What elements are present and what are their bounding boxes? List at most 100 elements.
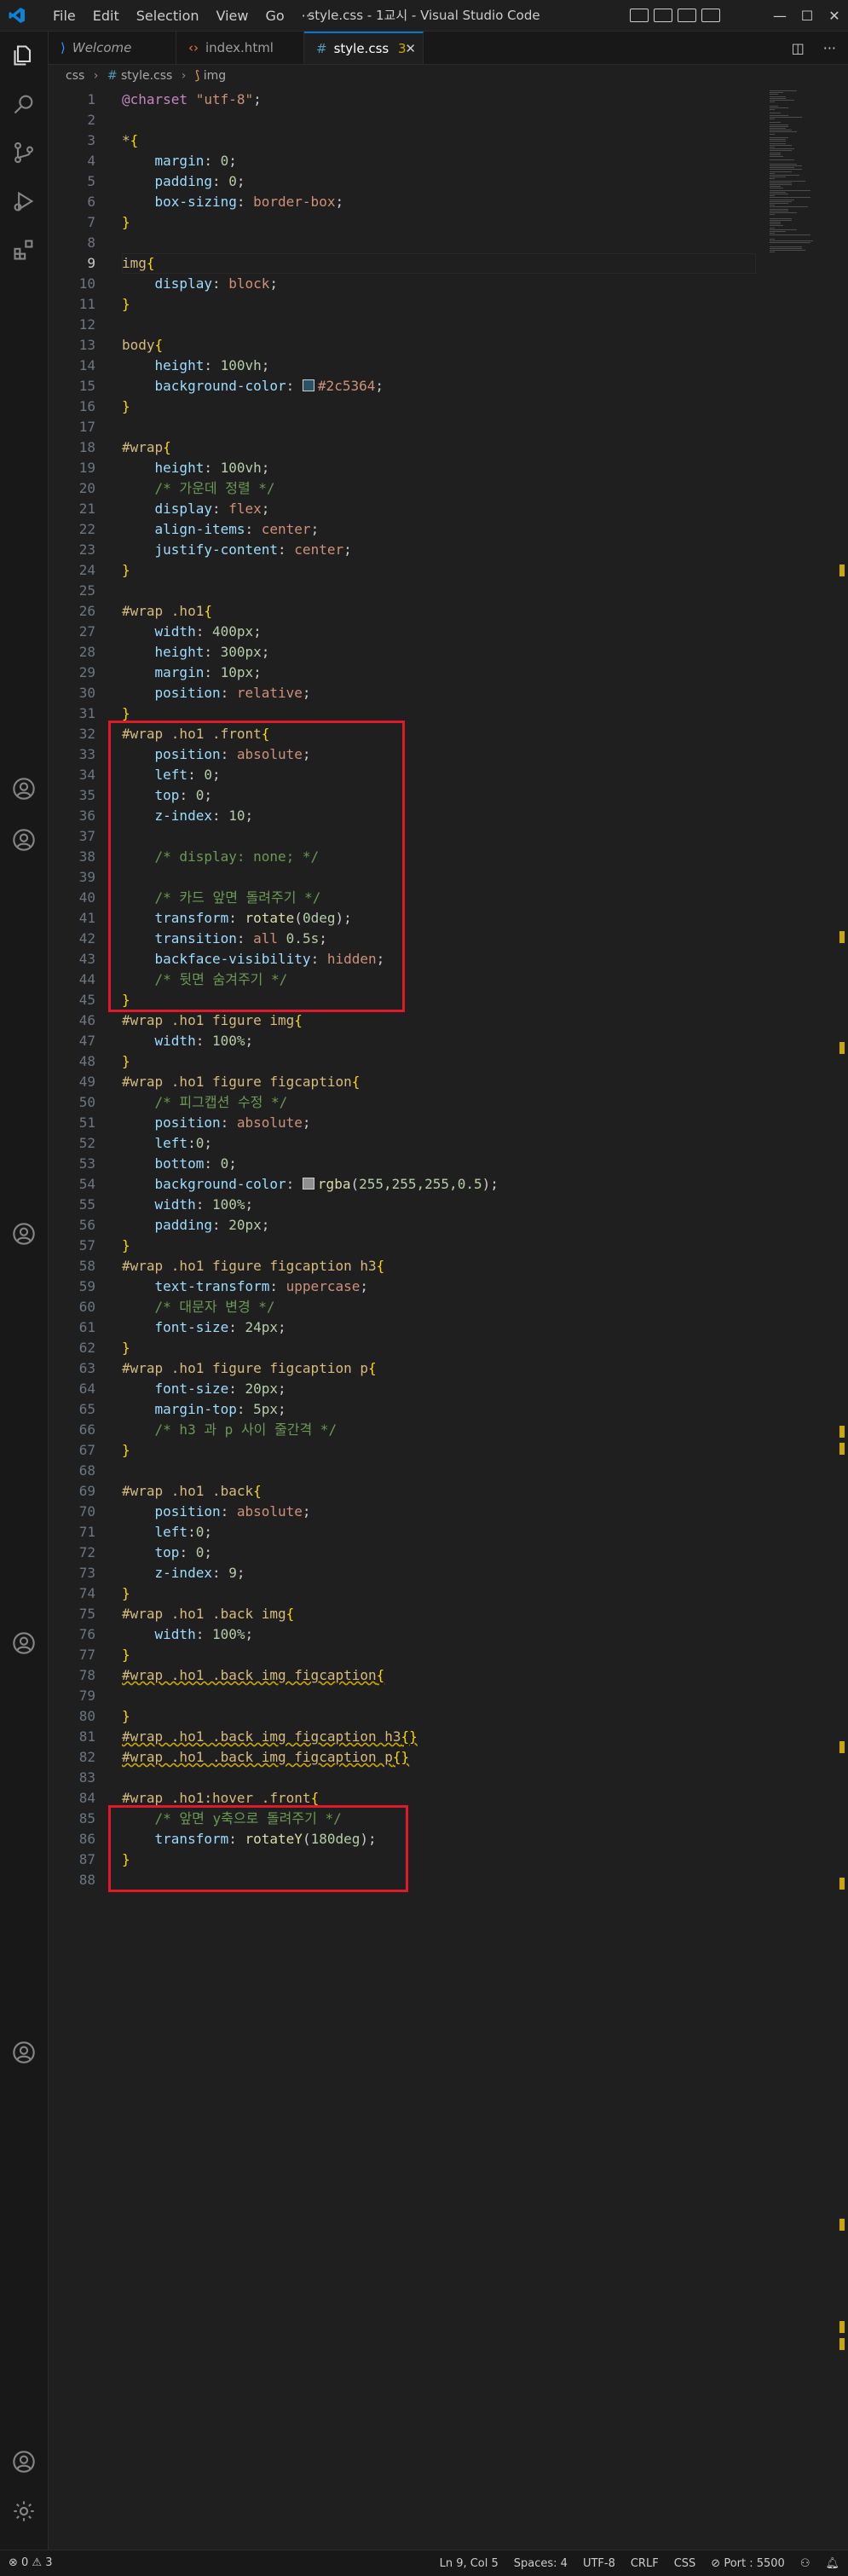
account-icon[interactable] (10, 1630, 37, 1657)
code-line[interactable]: 23 justify-content: center; (49, 540, 756, 560)
code-line[interactable]: 2 (49, 110, 756, 130)
code-line[interactable]: 79 (49, 1686, 756, 1706)
code-line[interactable]: 75 #wrap .ho1 .back img{ (49, 1604, 756, 1624)
code-line[interactable]: 29 margin: 10px; (49, 663, 756, 683)
maximize-button[interactable]: ☐ (793, 8, 821, 24)
code-line[interactable]: 16} (49, 397, 756, 417)
code-line[interactable]: 69 #wrap .ho1 .back{ (49, 1481, 756, 1502)
tab-welcome[interactable]: ⟩ Welcome (49, 32, 176, 64)
code-line[interactable]: 13 body{ (49, 335, 756, 356)
code-line[interactable]: 17 (49, 417, 756, 437)
code-line[interactable]: 24} (49, 560, 756, 581)
code-line[interactable]: 81 #wrap .ho1 .back img figcaption h3{} (49, 1727, 756, 1747)
code-line[interactable]: 27 width: 400px; (49, 622, 756, 642)
code-line[interactable]: 5 padding: 0; (49, 171, 756, 192)
breadcrumb-file[interactable]: style.css (121, 69, 172, 83)
breadcrumb-folder[interactable]: css (66, 69, 84, 83)
code-line[interactable]: 72 top: 0; (49, 1543, 756, 1563)
code-line[interactable]: 20 /* 가운데 정렬 */ (49, 478, 756, 499)
code-line[interactable]: 60 /* 대문자 변경 */ (49, 1297, 756, 1317)
code-line[interactable]: 78 #wrap .ho1 .back img figcaption{ (49, 1665, 756, 1686)
code-line[interactable]: 30 position: relative; (49, 683, 756, 703)
color-swatch[interactable] (302, 379, 314, 391)
tab-style-css[interactable]: # style.css 3 ✕ (304, 32, 424, 64)
account-icon[interactable] (10, 826, 37, 854)
color-swatch[interactable] (302, 1178, 314, 1190)
split-editor-icon[interactable]: ◫ (792, 40, 805, 56)
code-line[interactable]: 25 (49, 581, 756, 601)
minimize-button[interactable]: — (766, 8, 793, 24)
code-line[interactable]: 28 height: 300px; (49, 642, 756, 663)
indentation[interactable]: Spaces: 4 (514, 2557, 568, 2570)
code-line[interactable]: 1 @charset "utf-8"; (49, 90, 756, 110)
code-line[interactable]: 66 /* h3 과 p 사이 줄간격 */ (49, 1420, 756, 1440)
code-line[interactable]: 76 width: 100%; (49, 1624, 756, 1645)
code-line[interactable]: 77} (49, 1645, 756, 1665)
more-actions-icon[interactable]: ··· (823, 40, 836, 56)
minimap[interactable] (764, 87, 841, 258)
toggle-primary-sidebar-icon[interactable] (630, 9, 649, 22)
code-line[interactable]: 7} (49, 212, 756, 233)
cursor-position[interactable]: Ln 9, Col 5 (440, 2557, 499, 2570)
code-line[interactable]: 62} (49, 1338, 756, 1358)
menu-view[interactable]: View (208, 8, 257, 24)
code-line[interactable]: 14 height: 100vh; (49, 356, 756, 376)
code-line[interactable]: 8 (49, 233, 756, 253)
notifications-bell-icon[interactable]: 🔔︎ (825, 2557, 839, 2570)
code-line[interactable]: 11} (49, 294, 756, 315)
close-icon[interactable]: ✕ (405, 33, 416, 64)
code-line[interactable]: 54 background-color: rgba(255,255,255,0.… (49, 1174, 756, 1195)
code-line[interactable]: 74} (49, 1583, 756, 1604)
code-line[interactable]: 9 img{ (49, 253, 756, 274)
code-line[interactable]: 46 #wrap .ho1 figure img{ (49, 1010, 756, 1031)
code-line[interactable]: 53 bottom: 0; (49, 1154, 756, 1174)
code-line[interactable]: 51 position: absolute; (49, 1113, 756, 1133)
code-line[interactable]: 55 width: 100%; (49, 1195, 756, 1215)
explorer-icon[interactable] (10, 42, 37, 69)
code-line[interactable]: 18 #wrap{ (49, 437, 756, 458)
code-line[interactable]: 73 z-index: 9; (49, 1563, 756, 1583)
account-icon[interactable] (10, 2039, 37, 2066)
settings-gear-icon[interactable] (10, 2498, 37, 2525)
menu-more[interactable]: ··· (293, 8, 323, 24)
code-line[interactable]: 49 #wrap .ho1 figure figcaption{ (49, 1072, 756, 1092)
code-line[interactable]: 59 text-transform: uppercase; (49, 1276, 756, 1297)
source-control-icon[interactable] (10, 139, 37, 166)
accounts-icon[interactable]: ⚇ (800, 2557, 811, 2570)
code-line[interactable]: 68 (49, 1461, 756, 1481)
code-line[interactable]: 4 margin: 0; (49, 151, 756, 171)
code-line[interactable]: 61 font-size: 24px; (49, 1317, 756, 1338)
toggle-secondary-sidebar-icon[interactable] (678, 9, 696, 22)
code-line[interactable]: 57} (49, 1236, 756, 1256)
code-line[interactable]: 71 left:0; (49, 1522, 756, 1543)
menu-file[interactable]: File (44, 8, 84, 24)
vertical-scrollbar[interactable] (833, 87, 845, 2550)
menu-go[interactable]: Go (257, 8, 292, 24)
customize-layout-icon[interactable] (701, 9, 720, 22)
code-line[interactable]: 50 /* 피그캡션 수정 */ (49, 1092, 756, 1113)
code-line[interactable]: 83 (49, 1768, 756, 1788)
code-editor[interactable]: 1 @charset "utf-8"; 2 3 *{4 margin: 0; 5 padd… (49, 87, 848, 2550)
account-icon[interactable] (10, 2448, 37, 2475)
code-line[interactable]: 52 left:0; (49, 1133, 756, 1154)
close-window-button[interactable]: ✕ (821, 8, 848, 24)
code-line[interactable]: 12 (49, 315, 756, 335)
code-line[interactable]: 64 font-size: 20px; (49, 1379, 756, 1399)
language-mode[interactable]: CSS (674, 2557, 696, 2570)
code-line[interactable]: 65 margin-top: 5px; (49, 1399, 756, 1420)
code-line[interactable]: 6 box-sizing: border-box; (49, 192, 756, 212)
code-line[interactable]: 10 display: block; (49, 274, 756, 294)
encoding[interactable]: UTF-8 (583, 2557, 615, 2570)
code-line[interactable]: 22 align-items: center; (49, 519, 756, 540)
code-line[interactable]: 26 #wrap .ho1{ (49, 601, 756, 622)
extensions-icon[interactable] (10, 236, 37, 263)
live-server-port[interactable]: ⊘ Port : 5500 (711, 2557, 785, 2570)
end-of-line[interactable]: CRLF (631, 2557, 659, 2570)
code-line[interactable]: 63 #wrap .ho1 figure figcaption p{ (49, 1358, 756, 1379)
toggle-panel-icon[interactable] (654, 9, 672, 22)
code-line[interactable]: 3 *{ (49, 130, 756, 151)
search-icon[interactable] (10, 90, 37, 118)
code-line[interactable]: 15 background-color: #2c5364; (49, 376, 756, 397)
code-line[interactable]: 70 position: absolute; (49, 1502, 756, 1522)
code-line[interactable]: 67} (49, 1440, 756, 1461)
